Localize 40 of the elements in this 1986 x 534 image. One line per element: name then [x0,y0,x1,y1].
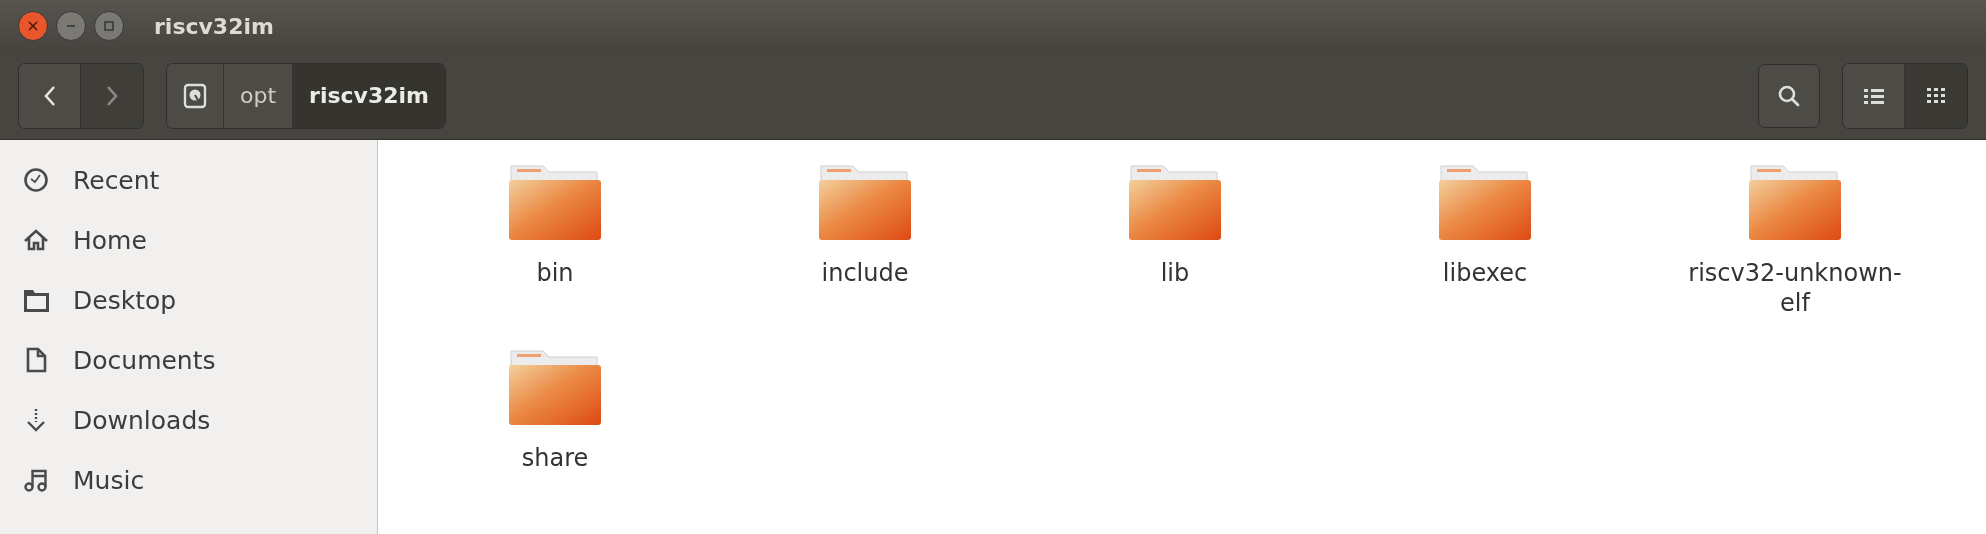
folder-icon[interactable] [1127,162,1223,242]
folder-name: libexec [1441,258,1529,288]
folder-name: include [820,258,910,288]
folder-icon[interactable] [817,162,913,242]
recent-icon [23,167,49,193]
home-icon [23,227,49,253]
grid-icon [1925,85,1947,106]
sidebar-item[interactable]: Recent [0,150,377,210]
close-button[interactable] [18,11,48,41]
search-button[interactable] [1758,63,1820,128]
maximize-icon [103,20,115,32]
sidebar-item[interactable]: Downloads [0,390,377,450]
window-title: riscv32im [154,13,274,39]
search-icon [1777,83,1801,108]
folder-icon[interactable] [1437,162,1533,242]
sidebar-item[interactable]: Music [0,450,377,510]
desktop-icon [23,287,49,313]
minimize-button[interactable] [56,11,86,41]
folder-icon[interactable] [507,347,603,427]
sidebar-item[interactable]: Desktop [0,270,377,330]
list-view-button[interactable] [1843,63,1905,128]
grid-view-button[interactable] [1905,63,1967,128]
chevron-right-icon [105,84,119,107]
back-button[interactable] [19,63,81,128]
folder-name: share [520,443,590,473]
sidebar-item[interactable]: Documents [0,330,377,390]
breadcrumb[interactable]: opt [224,63,294,128]
breadcrumb[interactable]: riscv32im [293,63,445,128]
close-icon [27,20,39,32]
chevron-left-icon [42,84,57,107]
folder-icon[interactable] [507,162,603,242]
folder-icon[interactable] [1747,162,1843,242]
maximize-button[interactable] [94,11,124,41]
folder-name: lib [1159,258,1191,288]
drive-icon [183,82,207,109]
folder-name: bin [535,258,575,288]
folder-name: riscv32-unknown-elf [1687,258,1903,318]
drive-crumb[interactable] [167,63,224,128]
music-icon [23,467,49,493]
sidebar-item[interactable]: Home [0,210,377,270]
